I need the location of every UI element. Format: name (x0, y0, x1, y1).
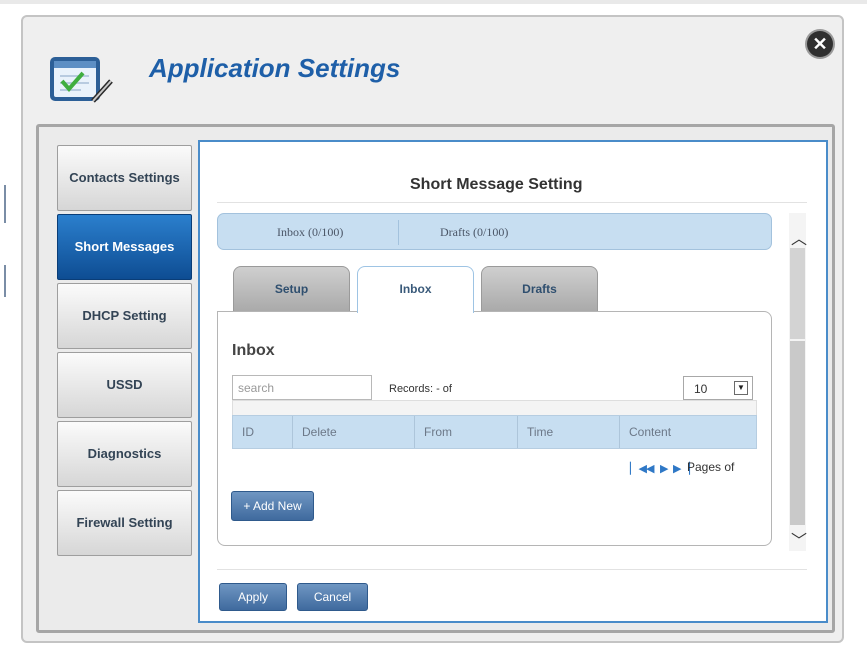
tab-setup[interactable]: Setup (233, 266, 350, 312)
next-page-icon[interactable]: ▶ (660, 462, 668, 475)
table-header: ID Delete From Time Content (232, 415, 757, 449)
column-header-delete[interactable]: Delete (293, 416, 415, 448)
message-summary-bar: Inbox (0/100) Drafts (0/100) (217, 213, 772, 250)
settings-checklist-icon (50, 57, 113, 103)
apply-button[interactable]: Apply (219, 583, 287, 611)
first-page-icon[interactable]: ▏◀ (630, 462, 647, 475)
add-new-button[interactable]: + Add New (231, 491, 314, 521)
scrollbar-thumb[interactable] (790, 248, 805, 339)
cancel-button[interactable]: Cancel (297, 583, 368, 611)
divider (217, 202, 807, 203)
sidebar-item-contacts-settings[interactable]: Contacts Settings (57, 145, 192, 211)
sidebar-item-firewall-setting[interactable]: Firewall Setting (57, 490, 192, 556)
search-input[interactable] (232, 375, 372, 400)
tab-inbox[interactable]: Inbox (357, 266, 474, 313)
chevron-down-icon[interactable]: ﹀ (791, 527, 807, 551)
sidebar-item-short-messages[interactable]: Short Messages (57, 214, 192, 280)
divider (217, 569, 807, 570)
inbox-count-link[interactable]: Inbox (0/100) (277, 225, 343, 240)
table-top (232, 400, 757, 416)
sidebar-item-diagnostics[interactable]: Diagnostics (57, 421, 192, 487)
pages-label: Pages of (687, 460, 735, 474)
close-icon[interactable]: ✕ (807, 31, 833, 57)
previous-page-icon[interactable]: ◀ (646, 462, 654, 475)
page-size-value: 10 (694, 382, 708, 396)
records-count: Records: - of (389, 383, 452, 395)
left-edge-mark (4, 265, 6, 297)
column-header-content[interactable]: Content (620, 416, 756, 448)
left-edge-mark (4, 185, 6, 223)
drafts-count-link[interactable]: Drafts (0/100) (440, 225, 508, 240)
page-title: Application Settings (149, 53, 401, 83)
chevron-up-icon[interactable]: ︿ (791, 225, 807, 249)
column-header-id[interactable]: ID (233, 416, 293, 448)
sidebar-item-ussd[interactable]: USSD (57, 352, 192, 418)
chevron-down-icon[interactable]: ▼ (734, 381, 748, 395)
top-border (0, 0, 867, 4)
page-size-select[interactable]: 10 ▼ (683, 376, 753, 400)
inbox-heading: Inbox (232, 342, 275, 359)
column-header-time[interactable]: Time (518, 416, 620, 448)
column-header-from[interactable]: From (415, 416, 518, 448)
sidebar-item-dhcp-setting[interactable]: DHCP Setting (57, 283, 192, 349)
divider (398, 220, 399, 245)
tab-drafts[interactable]: Drafts (481, 266, 598, 312)
scrollbar-track-lower[interactable] (790, 341, 805, 525)
panel-title: Short Message Setting (410, 176, 583, 193)
